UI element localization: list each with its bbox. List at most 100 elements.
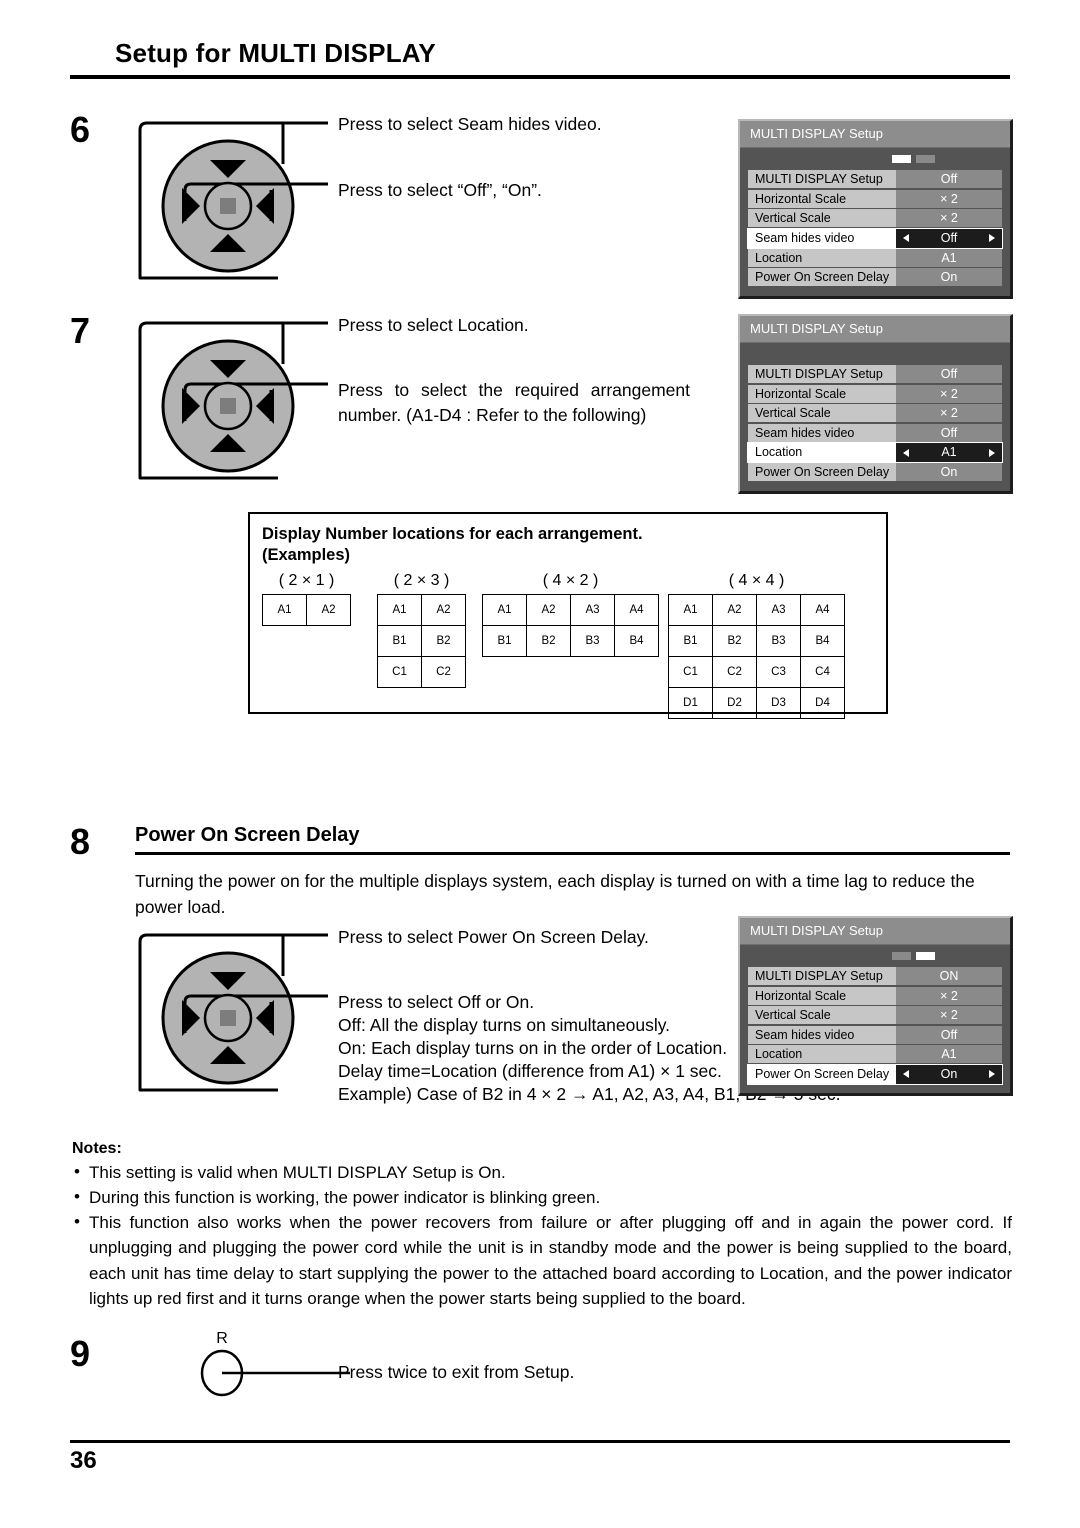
osd-title: MULTI DISPLAY Setup (740, 121, 1010, 148)
osd-row[interactable]: Power On Screen Delay On (748, 463, 1002, 481)
osd-row[interactable]: Location A1 (748, 248, 1002, 267)
arrangement-grid: A1 A2 A3 A4 B1 B2 B3 B4 C1 C2 C3 C4 D1 D… (668, 594, 845, 719)
osd-row-label: Power On Screen Delay (748, 463, 896, 481)
osd-row-label: Location (748, 248, 896, 267)
arrow-left-icon[interactable] (903, 448, 909, 457)
osd-row-selected[interactable]: Power On Screen Delay On (747, 1063, 1003, 1085)
osd-row[interactable]: MULTI DISPLAY Setup Off (748, 365, 1002, 383)
osd-row-value: A1 (896, 248, 1002, 267)
osd-panel-seam-hides-video: MULTI DISPLAY Setup MULTI DISPLAY Setup … (738, 119, 1013, 299)
grid-cell: D2 (712, 687, 757, 719)
osd-row-value: A1 (896, 443, 1002, 462)
step-number-7: 7 (70, 310, 91, 351)
osd-row-value: Off (896, 1025, 1002, 1044)
osd-row-value: On (896, 268, 1002, 286)
grid-cell: C1 (377, 656, 422, 688)
osd-row[interactable]: Power On Screen Delay On (748, 268, 1002, 286)
page-title: Setup for MULTI DISPLAY (115, 38, 436, 68)
osd-row-list: MULTI DISPLAY Setup Off Horizontal Scale… (740, 170, 1010, 296)
grid-row: B1 B2 B3 B4 (668, 625, 845, 657)
grid-cell: A2 (712, 594, 757, 626)
osd-title: MULTI DISPLAY Setup (740, 918, 1010, 945)
osd-row[interactable]: Seam hides video Off (748, 1025, 1002, 1044)
grid-cell: A3 (756, 594, 801, 626)
header-rule (70, 75, 1010, 79)
arrow-left-icon[interactable] (903, 234, 909, 242)
osd-row-selected[interactable]: Seam hides video Off (747, 227, 1003, 249)
osd-row-value: Off (896, 170, 1002, 188)
step-number-6: 6 (70, 109, 91, 150)
osd-row[interactable]: Horizontal Scale × 2 (748, 189, 1002, 208)
osd-row[interactable]: Vertical Scale × 2 (748, 404, 1002, 422)
osd-row-label: Seam hides video (748, 228, 896, 248)
arrangement-caption: ( 4 × 4 ) (728, 572, 785, 589)
step8-instruction-1: Press to select Power On Screen Delay. (338, 927, 649, 947)
osd-row[interactable]: Seam hides video Off (748, 423, 1002, 442)
osd-row-label: Horizontal Scale (748, 384, 896, 403)
remote-button-shape (200, 1349, 350, 1397)
grid-cell: B1 (668, 625, 713, 657)
osd-row-label: MULTI DISPLAY Setup (748, 170, 896, 188)
osd-row[interactable]: Horizontal Scale × 2 (748, 384, 1002, 403)
section-rule (135, 852, 1010, 855)
osd-row[interactable]: Horizontal Scale × 2 (748, 986, 1002, 1005)
note-text: This function also works when the power … (89, 1213, 1012, 1308)
arrangement-group-4x4: ( 4 × 4 ) A1 A2 A3 A4 B1 B2 B3 B4 C1 C2 … (668, 572, 845, 719)
grid-cell: D4 (800, 687, 845, 719)
step8-instruction-2: Press to select Off or On. (338, 992, 535, 1012)
page-footer: 36 (70, 1440, 1010, 1475)
step7-instruction-2: Press to select the required arrangement… (338, 380, 690, 426)
osd-row-value-text: On (940, 1066, 958, 1081)
navigation-pad-step6 (128, 118, 328, 293)
osd-row[interactable]: Vertical Scale × 2 (748, 209, 1002, 227)
step-number-8: 8 (70, 821, 91, 862)
osd-panel-power-on-screen-delay: MULTI DISPLAY Setup MULTI DISPLAY Setup … (738, 916, 1013, 1096)
osd-row-value: Off (896, 423, 1002, 442)
arrangement-title: Display Number locations for each arrang… (262, 524, 643, 567)
bullet-icon: • (74, 1187, 80, 1207)
arrow-left-icon[interactable] (903, 1070, 909, 1078)
grid-cell: B3 (756, 625, 801, 657)
arrow-right-icon[interactable] (989, 1070, 995, 1078)
arrangement-caption: ( 2 × 1 ) (278, 572, 335, 589)
remote-button-label: R (216, 1330, 228, 1347)
page-indicator-dot-1 (892, 155, 911, 163)
remote-button-illustration: R (200, 1330, 350, 1403)
grid-cell: B1 (482, 625, 527, 657)
osd-page-indicator (740, 148, 1010, 170)
arrangement-group-4x2: ( 4 × 2 ) A1 A2 A3 A4 B1 B2 B3 B4 (482, 572, 659, 657)
arrow-right-icon[interactable] (989, 234, 995, 242)
notes-heading: Notes: (72, 1140, 122, 1157)
grid-row: D1 D2 D3 D4 (668, 687, 845, 719)
page-indicator-dot-2 (916, 952, 935, 960)
osd-row[interactable]: Vertical Scale × 2 (748, 1006, 1002, 1024)
arrangement-examples-box: Display Number locations for each arrang… (248, 512, 888, 719)
bullet-icon: • (74, 1162, 80, 1181)
osd-row-label: Location (748, 1045, 896, 1063)
notes-section: Notes: • This setting is valid when MULT… (72, 1140, 1012, 1311)
navigation-pad-step8 (128, 930, 328, 1105)
grid-row: A1 A2 A3 A4 (482, 594, 659, 626)
osd-row-selected[interactable]: Location A1 (747, 442, 1003, 463)
osd-row-label: MULTI DISPLAY Setup (748, 967, 896, 985)
osd-row-label: Vertical Scale (748, 404, 896, 422)
osd-row[interactable]: MULTI DISPLAY Setup ON (748, 967, 1002, 985)
grid-cell: C4 (800, 656, 845, 688)
grid-cell: A4 (800, 594, 845, 626)
arrangement-caption: ( 2 × 3 ) (393, 572, 450, 589)
step8-instruction-3: Off: All the display turns on simultaneo… (338, 1015, 671, 1035)
note-item: • This function also works when the powe… (72, 1210, 1012, 1311)
step6-instruction-1: Press to select Seam hides video. (338, 114, 602, 134)
grid-cell: B4 (800, 625, 845, 657)
grid-row: A1 A2 (262, 594, 351, 626)
osd-row[interactable]: MULTI DISPLAY Setup Off (748, 170, 1002, 188)
osd-row-list: MULTI DISPLAY Setup Off Horizontal Scale… (740, 365, 1010, 491)
note-item: • During this function is working, the p… (72, 1185, 1012, 1210)
grid-cell: C2 (421, 656, 466, 688)
arrow-right-icon[interactable] (989, 448, 995, 457)
page-header: Setup for MULTI DISPLAY (70, 38, 1010, 79)
grid-cell: A1 (262, 594, 307, 626)
grid-row: C1 C2 C3 C4 (668, 656, 845, 688)
osd-row-value: × 2 (896, 209, 1002, 227)
osd-row[interactable]: Location A1 (748, 1045, 1002, 1063)
